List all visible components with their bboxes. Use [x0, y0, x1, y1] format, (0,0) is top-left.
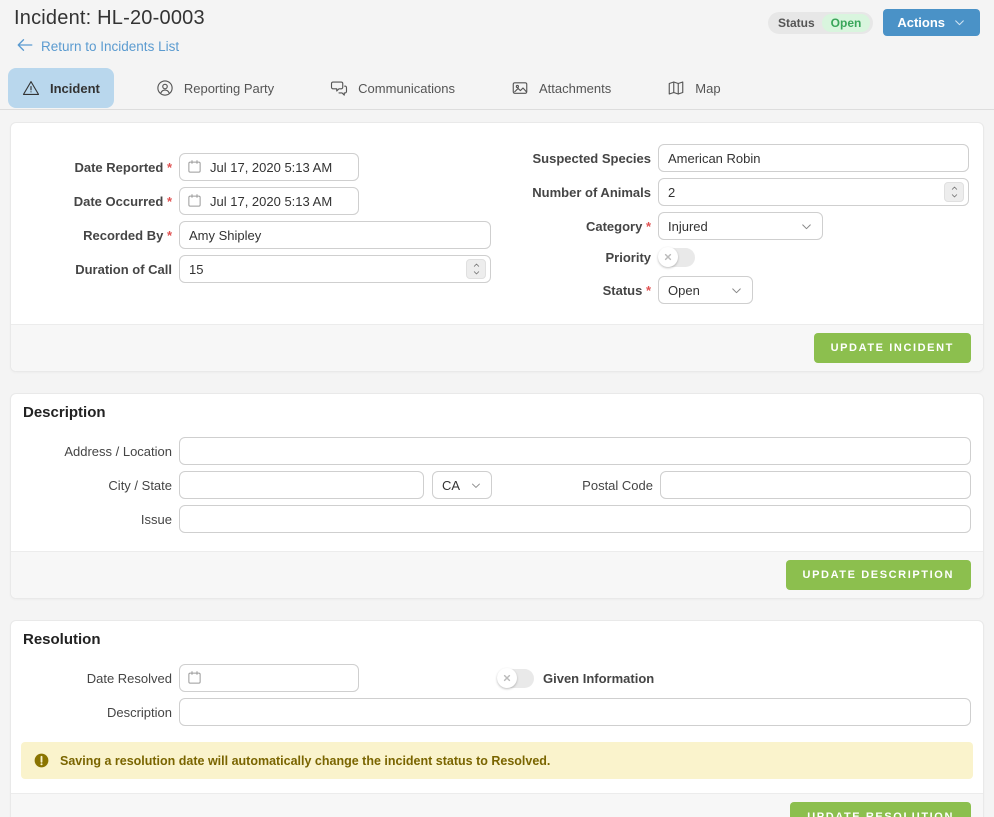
status-badge: Status Open — [767, 11, 874, 34]
chevron-down-icon — [955, 20, 964, 26]
duration-of-call-input[interactable] — [179, 255, 491, 283]
back-link-label: Return to Incidents List — [41, 39, 180, 54]
suspected-species-label: Suspected Species — [532, 150, 652, 166]
date-resolved-input[interactable] — [179, 664, 359, 692]
actions-button[interactable]: Actions — [883, 9, 980, 36]
state-select-value: CA — [442, 477, 461, 493]
tab-incident[interactable]: Incident — [8, 68, 114, 108]
chat-bubbles-icon — [330, 79, 348, 97]
resolution-notice: Saving a resolution date will automatica… — [21, 742, 973, 779]
update-description-button[interactable]: UPDATE DESCRIPTION — [785, 560, 971, 590]
actions-button-label: Actions — [897, 15, 945, 30]
resolution-card-footer: UPDATE RESOLUTION — [11, 793, 983, 817]
address-location-input[interactable] — [179, 437, 971, 465]
chevron-down-icon — [472, 483, 480, 488]
issue-label: Issue — [140, 511, 172, 527]
city-input[interactable] — [179, 471, 424, 499]
duration-of-call-row: Duration of Call — [23, 255, 498, 283]
address-location-label: Address / Location — [64, 443, 172, 459]
priority-row: Priority — [498, 246, 971, 268]
tab-bar: Incident Reporting Party Communications … — [0, 68, 994, 110]
resolution-description-label: Description — [106, 704, 172, 720]
status-label: Status — [498, 283, 658, 298]
tab-map[interactable]: Map — [653, 68, 734, 108]
category-label: Category — [498, 219, 658, 234]
date-resolved-row: Date Resolved Given Information — [23, 664, 971, 692]
resolution-notice-text: Saving a resolution date will automatica… — [60, 753, 551, 768]
arrow-left-icon — [16, 38, 34, 55]
number-of-animals-row: Number of Animals — [498, 178, 971, 206]
map-icon — [667, 79, 685, 97]
toggle-off-icon — [658, 247, 678, 267]
city-state-row: City / State CA Postal Code — [23, 471, 971, 499]
date-reported-row: Date Reported — [23, 153, 498, 181]
alert-circle-icon — [34, 753, 49, 768]
suspected-species-row: Suspected Species — [498, 144, 971, 172]
description-card-footer: UPDATE DESCRIPTION — [11, 551, 983, 598]
description-card: Description Address / Location City / St… — [10, 393, 984, 599]
tab-label: Attachments — [539, 80, 612, 96]
recorded-by-input[interactable] — [179, 221, 491, 249]
issue-row: Issue — [23, 505, 971, 533]
given-information-toggle[interactable] — [497, 668, 534, 688]
tab-label: Incident — [50, 80, 100, 96]
resolution-description-row: Description — [23, 698, 971, 726]
given-information-label: Given Information — [543, 670, 655, 686]
number-stepper-icon[interactable] — [466, 259, 486, 279]
category-row: Category Injured — [498, 212, 971, 240]
city-state-label: City / State — [108, 477, 172, 493]
date-occurred-label: Date Occurred — [23, 194, 179, 209]
update-resolution-button[interactable]: UPDATE RESOLUTION — [790, 802, 971, 817]
resolution-card: Resolution Date Resolved Given Informati… — [10, 620, 984, 817]
number-of-animals-input[interactable] — [658, 178, 969, 206]
status-badge-label: Status — [777, 15, 815, 30]
suspected-species-input[interactable] — [658, 144, 969, 172]
recorded-by-label: Recorded By — [23, 228, 179, 243]
chevron-down-icon — [802, 223, 811, 229]
date-reported-input[interactable] — [179, 153, 359, 181]
issue-input[interactable] — [179, 505, 971, 533]
tab-label: Map — [695, 80, 721, 96]
status-row: Status Open — [498, 276, 971, 304]
tab-attachments[interactable]: Attachments — [497, 68, 625, 108]
incident-card-footer: UPDATE INCIDENT — [11, 324, 983, 371]
recorded-by-row: Recorded By — [23, 221, 498, 249]
number-of-animals-label: Number of Animals — [532, 184, 651, 200]
chevron-down-icon — [732, 287, 741, 293]
date-reported-label: Date Reported — [23, 160, 179, 175]
return-to-incidents-link[interactable]: Return to Incidents List — [16, 38, 179, 55]
state-select[interactable]: CA — [432, 471, 492, 499]
postal-code-input[interactable] — [660, 471, 971, 499]
page-header: Incident: HL-20-0003 Return to Incidents… — [0, 0, 994, 55]
date-occurred-row: Date Occurred — [23, 187, 498, 215]
update-incident-button[interactable]: UPDATE INCIDENT — [813, 333, 971, 363]
status-select[interactable]: Open — [658, 276, 753, 304]
tab-communications[interactable]: Communications — [316, 68, 469, 108]
postal-code-label: Postal Code — [582, 477, 653, 493]
person-circle-icon — [156, 79, 174, 97]
category-select-value: Injured — [668, 218, 708, 234]
tab-label: Reporting Party — [183, 80, 275, 96]
page-title: Incident: HL-20-0003 — [14, 7, 205, 29]
toggle-off-icon — [497, 668, 517, 688]
tab-reporting-party[interactable]: Reporting Party — [142, 68, 288, 108]
duration-of-call-label: Duration of Call — [75, 261, 172, 277]
priority-toggle[interactable] — [658, 247, 695, 267]
category-select[interactable]: Injured — [658, 212, 823, 240]
warning-triangle-icon — [22, 79, 40, 97]
description-heading: Description — [23, 404, 106, 421]
image-icon — [511, 79, 529, 97]
resolution-description-input[interactable] — [179, 698, 971, 726]
date-resolved-label: Date Resolved — [86, 670, 172, 686]
address-location-row: Address / Location — [23, 437, 971, 465]
status-select-value: Open — [668, 282, 700, 298]
number-stepper-icon[interactable] — [944, 182, 964, 202]
resolution-heading: Resolution — [23, 631, 101, 648]
date-occurred-input[interactable] — [179, 187, 359, 215]
incident-card: Date Reported Date Occurred — [10, 122, 984, 372]
priority-label: Priority — [605, 249, 651, 265]
tab-label: Communications — [358, 80, 455, 96]
status-badge-value: Open — [821, 13, 871, 32]
